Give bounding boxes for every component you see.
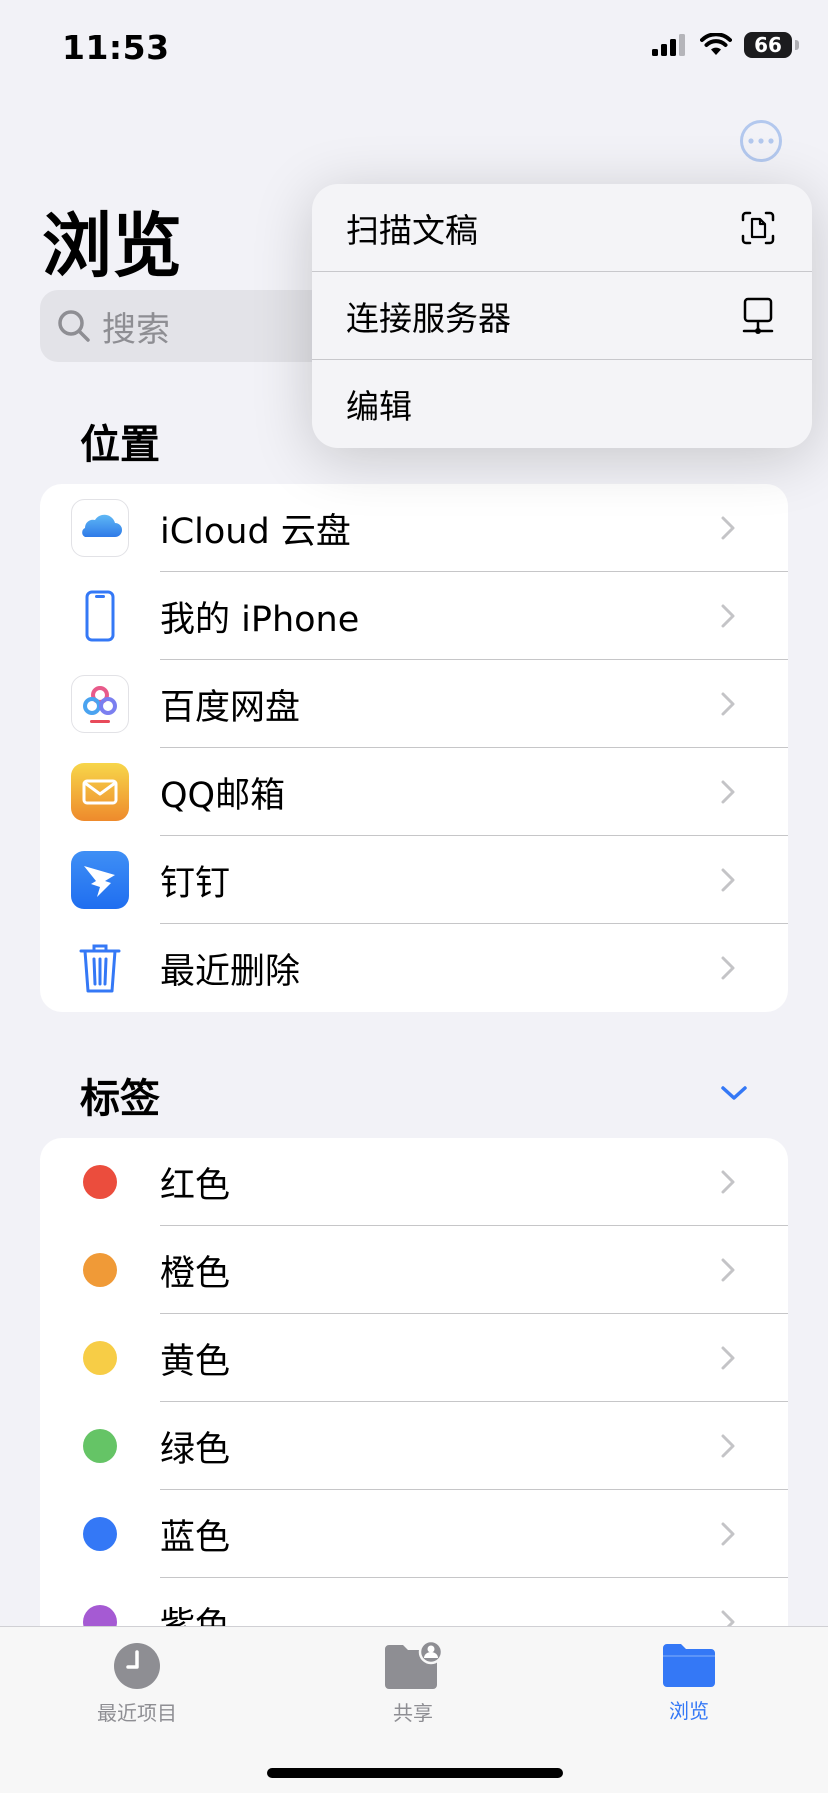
tag-color-dot xyxy=(83,1253,117,1287)
chevron-right-icon xyxy=(721,780,735,804)
tag-label: 蓝色 xyxy=(160,1517,231,1558)
trash-icon xyxy=(79,944,121,993)
tag-color-dot xyxy=(83,1517,117,1551)
location-item-icloud[interactable]: iCloud 云盘 xyxy=(40,484,788,572)
menu-item-label: 扫描文稿 xyxy=(346,211,478,250)
battery-level: 66 xyxy=(754,33,782,57)
location-label: QQ邮箱 xyxy=(160,775,286,816)
chevron-right-icon xyxy=(721,868,735,892)
location-item-iphone[interactable]: 我的 iPhone xyxy=(40,572,788,660)
page-title: 浏览 xyxy=(42,205,182,287)
chevron-right-icon xyxy=(721,1522,735,1546)
menu-item-label: 连接服务器 xyxy=(346,299,511,338)
tag-color-dot xyxy=(83,1341,117,1375)
iphone-icon xyxy=(85,590,115,642)
chevron-right-icon xyxy=(721,692,735,716)
tab-label: 最近项目 xyxy=(97,1701,177,1725)
more-menu: 扫描文稿 连接服务器 编辑 xyxy=(312,184,812,448)
menu-item-label: 编辑 xyxy=(346,387,412,426)
location-label: 百度网盘 xyxy=(160,687,301,728)
tags-list: 红色 橙色 黄色 绿色 蓝色 紫色 xyxy=(40,1138,788,1626)
dingtalk-icon xyxy=(71,851,129,909)
menu-item-connect-server[interactable]: 连接服务器 xyxy=(312,272,812,360)
tag-label: 紫色 xyxy=(160,1605,231,1627)
tag-color-dot xyxy=(83,1165,117,1199)
chevron-right-icon xyxy=(721,1610,735,1626)
tag-label: 绿色 xyxy=(160,1429,231,1470)
chevron-right-icon xyxy=(721,956,735,980)
tag-label: 橙色 xyxy=(160,1253,231,1294)
tag-color-dot xyxy=(83,1429,117,1463)
menu-item-edit[interactable]: 编辑 xyxy=(312,360,812,448)
chevron-right-icon xyxy=(721,1170,735,1194)
tag-item-yellow[interactable]: 黄色 xyxy=(40,1314,788,1402)
tag-item-orange[interactable]: 橙色 xyxy=(40,1226,788,1314)
chevron-down-icon[interactable] xyxy=(720,1084,748,1102)
location-label: iCloud 云盘 xyxy=(160,511,351,552)
locations-section-title: 位置 xyxy=(80,422,160,468)
icloud-icon xyxy=(71,499,129,557)
locations-list: iCloud 云盘 我的 iPhone 百度网盘 QQ邮箱 钉钉 最近删除 xyxy=(40,484,788,1012)
tag-item-green[interactable]: 绿色 xyxy=(40,1402,788,1490)
menu-item-scan-document[interactable]: 扫描文稿 xyxy=(312,184,812,272)
location-label: 我的 iPhone xyxy=(160,599,360,640)
tag-label: 红色 xyxy=(160,1165,231,1206)
location-item-qq-mail[interactable]: QQ邮箱 xyxy=(40,748,788,836)
search-icon xyxy=(58,310,90,342)
status-time: 11:53 xyxy=(62,28,170,67)
tab-browse[interactable]: 浏览 xyxy=(609,1641,769,1724)
location-item-dingtalk[interactable]: 钉钉 xyxy=(40,836,788,924)
qq-mail-icon xyxy=(71,763,129,821)
home-indicator xyxy=(267,1768,563,1778)
tag-item-blue[interactable]: 蓝色 xyxy=(40,1490,788,1578)
status-bar: 11:53 66 xyxy=(0,0,828,100)
chevron-right-icon xyxy=(721,604,735,628)
chevron-right-icon xyxy=(721,1434,735,1458)
tags-section-title: 标签 xyxy=(80,1076,160,1122)
battery-tip xyxy=(795,40,799,50)
more-button[interactable] xyxy=(740,120,782,162)
location-label: 最近删除 xyxy=(160,951,301,992)
tab-label: 共享 xyxy=(393,1701,433,1725)
tag-item-red[interactable]: 红色 xyxy=(40,1138,788,1226)
status-indicators: 66 xyxy=(652,32,799,58)
tag-item-purple[interactable]: 紫色 xyxy=(40,1578,788,1626)
cellular-signal-icon xyxy=(652,34,685,56)
tab-label: 浏览 xyxy=(669,1699,709,1723)
chevron-right-icon xyxy=(721,516,735,540)
location-item-baidu[interactable]: 百度网盘 xyxy=(40,660,788,748)
tab-recents[interactable]: 最近项目 xyxy=(57,1641,217,1726)
search-placeholder: 搜索 xyxy=(102,309,170,350)
baidu-netdisk-icon xyxy=(71,675,129,733)
folder-icon xyxy=(663,1644,715,1687)
scan-document-icon xyxy=(741,211,775,245)
server-icon xyxy=(742,297,774,334)
battery-indicator: 66 xyxy=(744,32,799,58)
location-item-recently-deleted[interactable]: 最近删除 xyxy=(40,924,788,1012)
chevron-right-icon xyxy=(721,1346,735,1370)
tag-color-dot xyxy=(83,1605,117,1626)
location-label: 钉钉 xyxy=(160,863,231,904)
shared-folder-icon xyxy=(385,1641,444,1689)
ellipsis-icon xyxy=(748,138,774,144)
wifi-icon xyxy=(700,33,732,55)
tab-shared[interactable]: 共享 xyxy=(333,1641,493,1726)
tag-label: 黄色 xyxy=(160,1341,231,1382)
chevron-right-icon xyxy=(721,1258,735,1282)
clock-icon xyxy=(114,1643,160,1689)
